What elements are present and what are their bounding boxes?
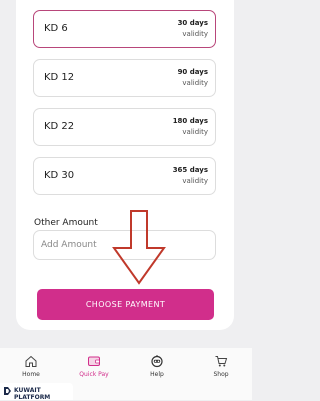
- plan-option-kd12[interactable]: KD 12 90 days validity: [33, 59, 216, 97]
- watermark-text: KUWAIT PLATFORM: [14, 387, 51, 401]
- wallet-icon: [88, 356, 100, 366]
- nav-help[interactable]: Help: [133, 354, 181, 378]
- plan-validity: validity: [182, 128, 208, 136]
- cart-icon: [215, 356, 228, 367]
- down-arrow-annotation-icon: [112, 210, 166, 285]
- home-icon: [25, 355, 37, 367]
- nav-label: Quick Pay: [79, 371, 109, 378]
- plan-validity: validity: [182, 30, 208, 38]
- nav-shop[interactable]: Shop: [197, 354, 245, 378]
- nav-label: Help: [150, 371, 164, 378]
- kuwait-platform-watermark: KUWAIT PLATFORM: [0, 383, 73, 401]
- plan-validity: validity: [182, 79, 208, 87]
- plan-days: 90 days: [177, 68, 208, 76]
- choose-payment-button[interactable]: CHOOSE PAYMENT: [37, 289, 214, 320]
- plan-days: 30 days: [177, 19, 208, 27]
- plan-option-kd6[interactable]: KD 6 30 days validity: [33, 10, 216, 48]
- plan-amount: KD 22: [44, 121, 75, 132]
- plan-option-kd30[interactable]: KD 30 365 days validity: [33, 157, 216, 195]
- kuwait-platform-logo-icon: [4, 387, 11, 395]
- plan-amount: KD 6: [44, 23, 68, 34]
- nav-label: Shop: [213, 371, 229, 378]
- plan-amount: KD 12: [44, 72, 75, 83]
- plan-amount: KD 30: [44, 170, 75, 181]
- nav-label: Home: [22, 371, 40, 378]
- nav-quick-pay[interactable]: Quick Pay: [70, 354, 118, 378]
- other-amount-label: Other Amount: [34, 218, 98, 228]
- plan-option-kd22[interactable]: KD 22 180 days validity: [33, 108, 216, 146]
- nav-home[interactable]: Home: [7, 354, 55, 378]
- plan-validity: validity: [182, 177, 208, 185]
- plan-days: 180 days: [172, 117, 208, 125]
- robot-icon: [151, 355, 163, 368]
- plan-days: 365 days: [172, 166, 208, 174]
